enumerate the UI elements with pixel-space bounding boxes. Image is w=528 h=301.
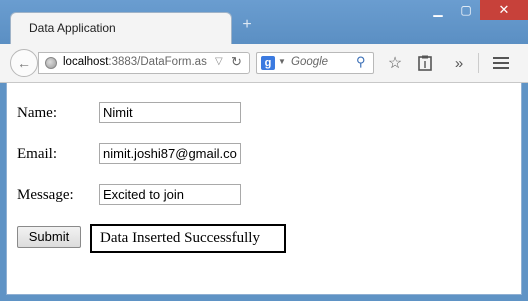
browser-tab[interactable]: Data Application: [10, 12, 232, 44]
message-label: Message:: [17, 187, 74, 203]
history-dropdown-icon[interactable]: ▽: [215, 56, 223, 67]
search-engine-icon[interactable]: g: [261, 56, 275, 70]
page-content: Name: Nimit Email: nimit.joshi87@gmail.c…: [6, 83, 522, 295]
search-bar[interactable]: g ▼ Google ⚲: [256, 52, 374, 74]
close-window-button[interactable]: ✕: [480, 0, 528, 20]
back-button[interactable]: ←: [10, 49, 38, 77]
status-message: Data Inserted Successfully: [90, 224, 286, 253]
submit-button[interactable]: Submit: [17, 226, 81, 248]
url-host: localhost: [63, 56, 109, 68]
new-tab-button[interactable]: +: [240, 17, 254, 33]
clipboard-icon[interactable]: [414, 52, 436, 74]
name-input[interactable]: Nimit: [99, 102, 241, 123]
name-label: Name:: [17, 105, 57, 121]
globe-icon: [45, 57, 57, 69]
message-input[interactable]: Excited to join: [99, 184, 241, 205]
hamburger-menu-icon[interactable]: [490, 52, 512, 74]
email-label: Email:: [17, 146, 57, 162]
window-titlebar: Data Application + ▁ ▢ ✕: [0, 0, 528, 44]
email-input[interactable]: nimit.joshi87@gmail.co: [99, 143, 241, 164]
url-text: localhost:3883/DataForm.as: [63, 56, 213, 68]
search-icon[interactable]: ⚲: [356, 54, 366, 70]
search-placeholder: Google: [291, 56, 329, 68]
minimize-button[interactable]: ▁: [424, 0, 452, 20]
search-engine-dropdown-icon[interactable]: ▼: [278, 57, 286, 66]
address-bar[interactable]: localhost:3883/DataForm.as ▽ ↻: [38, 52, 250, 74]
bookmark-star-icon[interactable]: ☆: [384, 52, 406, 74]
back-arrow-icon: ←: [17, 55, 31, 71]
reload-icon[interactable]: ↻: [231, 54, 242, 70]
maximize-button[interactable]: ▢: [452, 0, 480, 20]
browser-toolbar: ← localhost:3883/DataForm.as ▽ ↻ g ▼ Goo…: [0, 44, 528, 83]
tab-title: Data Application: [29, 21, 116, 35]
url-path: :3883/DataForm.as: [108, 56, 207, 68]
toolbar-divider: [478, 53, 479, 73]
overflow-chevron-icon[interactable]: »: [448, 52, 470, 74]
